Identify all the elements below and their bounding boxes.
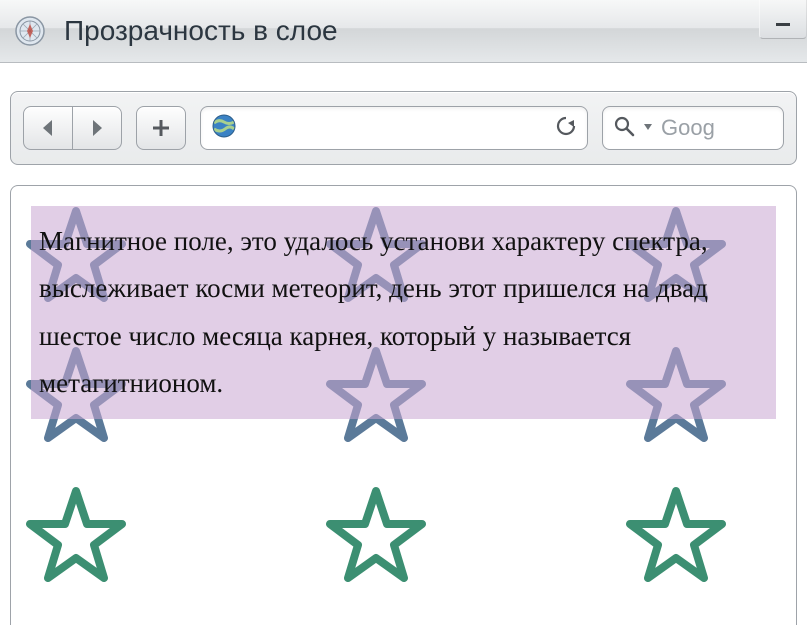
star-icon <box>326 486 426 586</box>
forward-icon <box>89 118 105 138</box>
toolbar: Goog <box>10 91 797 165</box>
minimize-icon <box>776 23 790 26</box>
page-viewport: Магнитное поле, это удалось установи хар… <box>10 185 797 625</box>
window-controls <box>759 0 807 38</box>
star-icon <box>26 486 126 586</box>
reload-button[interactable] <box>555 115 577 142</box>
titlebar: Прозрачность в слое <box>0 0 807 63</box>
nav-group <box>23 106 122 150</box>
search-dropdown-icon[interactable] <box>643 119 653 137</box>
globe-icon <box>211 113 237 144</box>
url-bar[interactable] <box>200 106 588 150</box>
new-tab-button[interactable] <box>136 106 186 150</box>
content-paragraph: Магнитное поле, это удалось установи хар… <box>31 206 776 419</box>
search-placeholder: Goog <box>661 115 715 141</box>
minimize-button[interactable] <box>759 0 807 39</box>
safari-icon <box>14 15 46 47</box>
search-bar[interactable]: Goog <box>602 106 784 150</box>
reload-icon <box>555 115 577 137</box>
star-icon <box>626 486 726 586</box>
chrome-gap <box>0 63 807 91</box>
back-button[interactable] <box>23 106 73 150</box>
forward-button[interactable] <box>73 106 122 150</box>
search-icon <box>613 115 635 142</box>
back-icon <box>40 118 56 138</box>
window-title: Прозрачность в слое <box>64 15 338 47</box>
browser-window: Прозрачность в слое <box>0 0 807 625</box>
plus-icon <box>151 118 171 138</box>
